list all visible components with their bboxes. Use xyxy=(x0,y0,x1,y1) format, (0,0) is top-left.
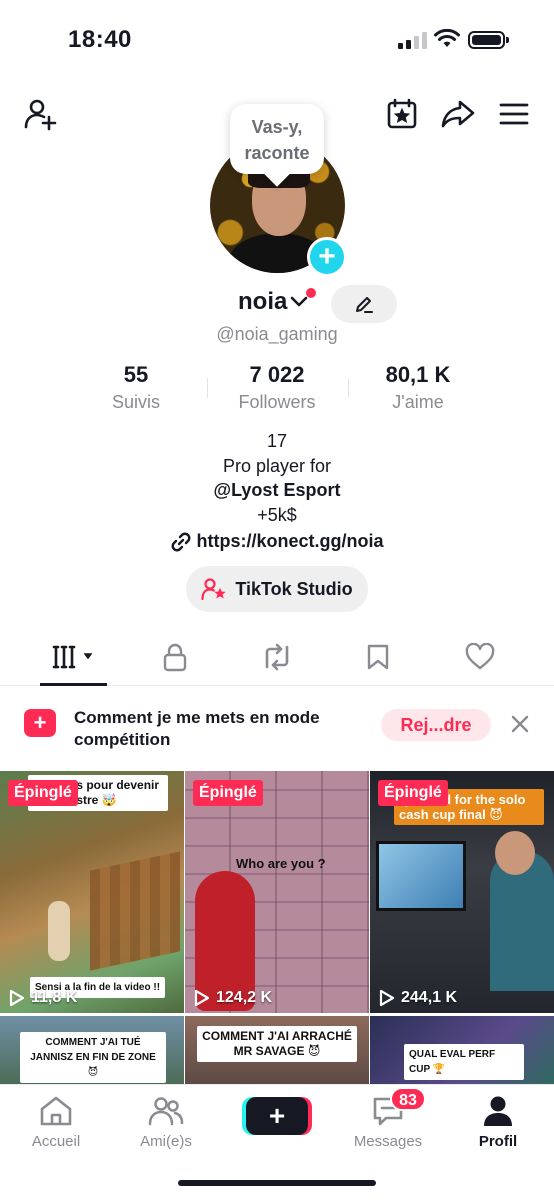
followers-count: 7 022 xyxy=(249,362,305,387)
view-count: 244,1 K xyxy=(379,989,457,1007)
wifi-icon xyxy=(434,29,460,47)
view-count-text: 124,2 K xyxy=(216,989,273,1006)
banner-text: Comment je me mets en mode compétition xyxy=(74,708,320,749)
messages-badge: 83 xyxy=(390,1087,426,1111)
video-thumbnail[interactable]: Qualifed for the solo cash cup final 😈 É… xyxy=(370,771,554,1013)
likes-stat[interactable]: 80,1 K J'aime xyxy=(358,362,478,413)
profile-link-text: https://konect.gg/noia xyxy=(196,531,384,551)
following-label: Suivis xyxy=(111,392,160,412)
create-button[interactable]: + xyxy=(246,1097,308,1135)
status-bar: 18:40 xyxy=(0,0,554,80)
stat-divider xyxy=(348,378,349,398)
play-icon xyxy=(379,989,395,1007)
video-caption: Who are you ? xyxy=(236,856,326,871)
close-icon[interactable] xyxy=(508,712,532,736)
followers-label: Followers xyxy=(238,392,316,412)
nav-home-label: Accueil xyxy=(31,1133,81,1150)
tab-private[interactable] xyxy=(155,640,195,674)
challenge-banner[interactable]: + Comment je me mets en mode compétition… xyxy=(0,694,554,766)
bio-mention[interactable]: @Lyost Esport xyxy=(0,480,554,501)
view-count: 124,2 K xyxy=(194,989,272,1007)
add-friend-icon[interactable] xyxy=(20,94,60,134)
bookmark-icon xyxy=(367,644,389,670)
nav-home[interactable]: Accueil xyxy=(8,1093,104,1150)
add-video-icon: + xyxy=(24,709,56,737)
nav-profile-label: Profil xyxy=(478,1133,518,1150)
status-note-bubble[interactable]: Vas-y, raconte xyxy=(230,104,324,174)
home-indicator xyxy=(178,1180,376,1186)
link-icon xyxy=(171,532,190,551)
pinned-badge: Épinglé xyxy=(8,780,78,806)
bio-line: +5k$ xyxy=(257,505,297,525)
video-thumbnail[interactable]: QUAL EVAL PERF CUP 🏆 xyxy=(370,1016,554,1086)
tab-reposts[interactable] xyxy=(257,640,297,674)
video-thumbnail[interactable]: parfaites pour devenir un monstre 🤯 Épin… xyxy=(0,771,184,1013)
user-handle: @noia_gaming xyxy=(216,324,338,344)
bubble-line-1: Vas-y, xyxy=(251,117,303,137)
home-icon xyxy=(40,1096,72,1126)
video-thumbnail[interactable]: COMMENT J'AI ARRACHÉ MR SAVAGE 😈 xyxy=(185,1016,369,1086)
tab-liked[interactable] xyxy=(460,640,500,674)
play-icon xyxy=(9,989,25,1007)
friends-icon xyxy=(148,1097,184,1126)
profile-tabs xyxy=(0,630,554,686)
profile-icon xyxy=(484,1096,512,1126)
tab-favorites[interactable] xyxy=(358,640,398,674)
status-time: 18:40 xyxy=(68,26,132,53)
tiktok-studio-button[interactable]: TikTok Studio xyxy=(186,566,368,612)
pencil-icon xyxy=(356,297,373,313)
cellular-signal-icon xyxy=(398,32,427,49)
chevron-down-icon[interactable] xyxy=(290,295,308,309)
video-thumbnail[interactable]: Who are you ? Épinglé 124,2 K xyxy=(185,771,369,1013)
pinned-badge: Épinglé xyxy=(378,780,448,806)
view-count-text: 244,1 K xyxy=(401,989,458,1006)
lock-icon xyxy=(163,643,187,672)
username: noia xyxy=(238,288,288,315)
followers-stat[interactable]: 7 022 Followers xyxy=(217,362,337,413)
nav-profile[interactable]: Profil xyxy=(450,1093,546,1150)
video-caption: COMMENT J'AI TUÉ JANNISZ EN FIN DE ZONE … xyxy=(20,1032,166,1083)
calendar-star-icon[interactable] xyxy=(382,94,422,134)
heart-icon xyxy=(465,643,495,670)
battery-icon xyxy=(468,31,509,49)
repost-icon xyxy=(265,643,289,671)
notification-dot xyxy=(306,288,316,298)
likes-label: J'aime xyxy=(392,392,444,412)
bio-line: Pro player for xyxy=(222,456,332,476)
active-tab-indicator xyxy=(40,683,107,686)
video-thumbnail[interactable]: COMMENT J'AI TUÉ JANNISZ EN FIN DE ZONE … xyxy=(0,1016,184,1086)
bio-line: 17 xyxy=(266,431,288,451)
add-story-plus-icon[interactable]: + xyxy=(307,237,347,277)
videos-grid-icon xyxy=(52,645,93,669)
edit-profile-button[interactable] xyxy=(331,285,397,323)
play-icon xyxy=(194,989,210,1007)
nav-friends[interactable]: Ami(e)s xyxy=(118,1093,214,1150)
likes-count: 80,1 K xyxy=(385,362,451,387)
video-caption: COMMENT J'AI ARRACHÉ MR SAVAGE 😈 xyxy=(197,1026,357,1062)
stat-divider xyxy=(207,378,208,398)
view-count: 11,8 K xyxy=(9,989,77,1007)
studio-user-star-icon xyxy=(201,578,227,601)
view-count-text: 11,8 K xyxy=(31,989,78,1006)
join-button[interactable]: Rej...dre xyxy=(381,709,491,741)
studio-label: TikTok Studio xyxy=(235,578,353,599)
profile-link[interactable]: https://konect.gg/noia xyxy=(0,531,554,552)
share-icon[interactable] xyxy=(438,94,478,134)
menu-icon[interactable] xyxy=(494,94,534,134)
following-count: 55 xyxy=(123,362,149,387)
nav-messages-label: Messages xyxy=(353,1133,423,1150)
following-stat[interactable]: 55 Suivis xyxy=(76,362,196,413)
nav-friends-label: Ami(e)s xyxy=(140,1133,192,1150)
video-caption: QUAL EVAL PERF CUP 🏆 xyxy=(404,1044,524,1080)
pinned-badge: Épinglé xyxy=(193,780,263,806)
bubble-line-2: raconte xyxy=(244,143,310,163)
tab-videos[interactable] xyxy=(50,640,100,674)
